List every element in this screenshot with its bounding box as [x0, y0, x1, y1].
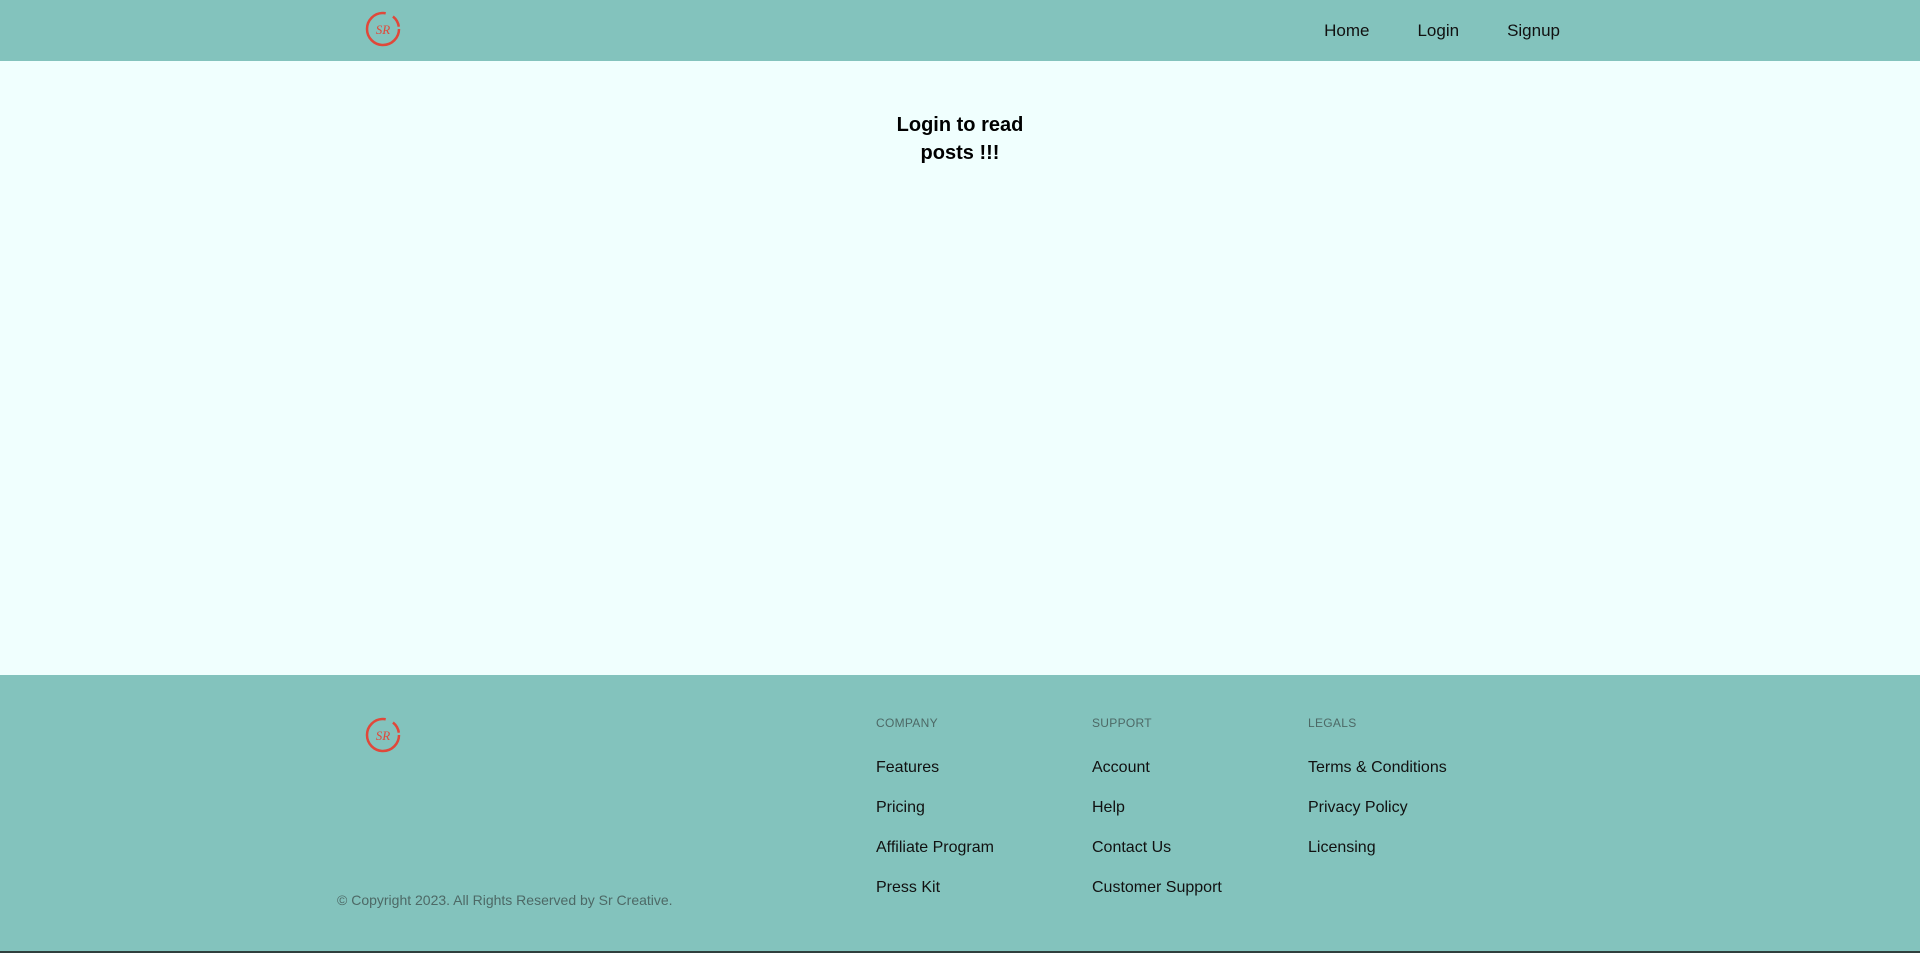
footer-column-title: COMPANY — [876, 716, 938, 730]
logo-text: SR — [376, 22, 391, 37]
footer: SR COMPANY Features Pricing Affiliate Pr… — [0, 675, 1920, 953]
footer-link-privacy-policy[interactable]: Privacy Policy — [1308, 799, 1408, 816]
footer-logo[interactable]: SR — [364, 716, 402, 754]
main-content: Login to read posts !!! — [0, 61, 1920, 675]
footer-link-help[interactable]: Help — [1092, 799, 1125, 816]
footer-column-legals: LEGALS Terms & Conditions Privacy Policy… — [1308, 716, 1447, 878]
footer-link-pricing[interactable]: Pricing — [876, 799, 925, 816]
copyright-text: © Copyright 2023. All Rights Reserved by… — [337, 892, 673, 908]
footer-logo-text: SR — [376, 728, 391, 743]
footer-link-affiliate-program[interactable]: Affiliate Program — [876, 839, 994, 856]
footer-column-title: LEGALS — [1308, 716, 1357, 730]
footer-link-contact-us[interactable]: Contact Us — [1092, 839, 1171, 856]
nav-login-link[interactable]: Login — [1417, 21, 1459, 41]
nav-signup-link[interactable]: Signup — [1507, 21, 1560, 41]
footer-link-customer-support[interactable]: Customer Support — [1092, 879, 1222, 896]
main-nav: Home Login Signup — [1324, 0, 1560, 61]
footer-link-licensing[interactable]: Licensing — [1308, 839, 1376, 856]
footer-column-company: COMPANY Features Pricing Affiliate Progr… — [876, 716, 994, 918]
footer-link-features[interactable]: Features — [876, 759, 939, 776]
nav-home-link[interactable]: Home — [1324, 21, 1369, 41]
footer-link-account[interactable]: Account — [1092, 759, 1150, 776]
footer-link-terms-conditions[interactable]: Terms & Conditions — [1308, 759, 1447, 776]
navbar: SR Home Login Signup — [0, 0, 1920, 61]
footer-link-press-kit[interactable]: Press Kit — [876, 879, 940, 896]
login-prompt-heading: Login to read posts !!! — [896, 114, 1024, 164]
footer-column-title: SUPPORT — [1092, 716, 1152, 730]
footer-column-support: SUPPORT Account Help Contact Us Customer… — [1092, 716, 1222, 918]
site-logo[interactable]: SR — [364, 10, 402, 48]
